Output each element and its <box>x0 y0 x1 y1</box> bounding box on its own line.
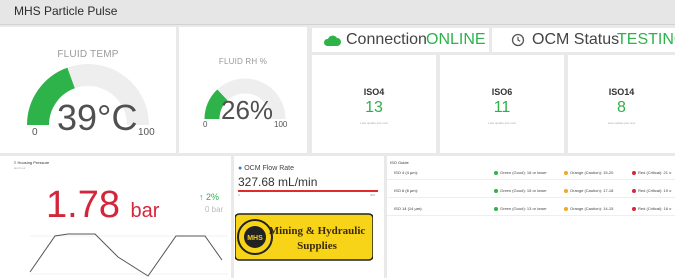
iso-guide-critical: Red (Critical): 21 o <box>632 170 671 175</box>
flow-rate-bar-fill <box>238 190 378 192</box>
iso14-name: ISO14 <box>608 87 635 97</box>
fluid-rh-min: 0 <box>203 120 208 129</box>
connection-label: Connection <box>346 31 427 48</box>
housing-pressure-number: 1.78 <box>46 184 120 226</box>
fluid-temp-value: 39°C <box>57 97 138 138</box>
iso-guide-row-label: ISO 4 (4 µm): <box>394 170 419 175</box>
history-icon <box>511 33 525 47</box>
fluid-rh-max: 100 <box>274 120 288 129</box>
iso6-sub: Last update just now <box>488 121 516 125</box>
droplet-icon: ● <box>238 165 243 172</box>
iso-guide-critical: Red (Critical): 19 o <box>632 188 671 193</box>
iso-guide-row: ISO 4 (4 µm): Green (Good): 16 or lower … <box>387 166 675 180</box>
iso-guide-critical: Red (Critical): 16 o <box>632 206 671 211</box>
iso4-name: ISO4 <box>363 87 385 97</box>
iso-guide-title: ISO Guide <box>390 160 409 165</box>
iso-guide-good: Green (Good): 13 or lower <box>494 206 547 211</box>
app-title: MHS Particle Pulse <box>14 4 118 18</box>
iso-guide-row: ISO 14 (14 µm): Green (Good): 13 or lowe… <box>387 202 675 216</box>
iso6-name: ISO6 <box>491 87 513 97</box>
ocm-status: TESTING <box>617 31 675 48</box>
arrow-up-icon: ↑ <box>199 192 204 202</box>
iso-guide-row-label: ISO 14 (14 µm): <box>394 206 423 211</box>
housing-pressure-change-bar: 0 bar <box>205 205 224 214</box>
connection-status: ONLINE <box>426 31 486 48</box>
fluid-rh-gauge <box>204 78 286 120</box>
svg-text:MHS: MHS <box>247 235 263 242</box>
iso-guide-panel: ISO Guide ISO 4 (4 µm): Green (Good): 16… <box>387 156 675 278</box>
title-bar: MHS Particle Pulse <box>0 0 675 25</box>
iso-guide-caution: Orange (Caution): 14-15 <box>564 206 613 211</box>
ocm-label: OCM Status <box>532 31 620 48</box>
svg-text:Mining & Hydraulic: Mining & Hydraulic <box>269 225 366 237</box>
fluid-rh-card: FLUID RH % 26% 0 100 <box>179 27 307 153</box>
iso-guide-good: Green (Good): 15 or lower <box>494 188 547 193</box>
iso4-sub: Last update just now <box>360 121 388 125</box>
iso14-sub: Last update just now <box>607 121 636 125</box>
iso6-card: ISO6 11 Last update just now <box>440 55 564 153</box>
cloud-icon <box>323 35 341 46</box>
housing-pressure-value: 1.78 bar <box>46 184 159 227</box>
iso4-value: 13 <box>365 99 383 116</box>
iso14-card: ISO14 8 Last update just now <box>568 55 675 153</box>
iso14-value: 8 <box>617 99 626 116</box>
flow-rate-value: 327.68 mL/min <box>238 175 318 189</box>
ocm-bar: OCM Status TESTING <box>492 28 675 52</box>
svg-text:Supplies: Supplies <box>297 240 337 252</box>
flow-rate-label: OCM Flow Rate <box>244 165 294 172</box>
fluid-rh-value: 26% <box>221 95 274 125</box>
connection-bar: Connection ONLINE <box>312 28 489 52</box>
housing-pressure-unit: bar <box>130 200 160 222</box>
dashboard: MHS Particle Pulse FLUID TEMP 39°C 0 100… <box>0 0 675 278</box>
flow-rate-max: 300 <box>370 193 376 197</box>
iso-guide-row: ISO 6 (6 µm): Green (Good): 15 or lower … <box>387 184 675 198</box>
fluid-temp-max: 100 <box>138 127 155 138</box>
fluid-temp-min: 0 <box>32 127 38 138</box>
company-logo: MHS Mining & Hydraulic Supplies <box>235 213 373 261</box>
iso-guide-row-label: ISO 6 (6 µm): <box>394 188 419 193</box>
iso-guide-good: Green (Good): 16 or lower <box>494 170 547 175</box>
flow-rate-bar <box>238 190 378 192</box>
housing-pressure-change: ↑ 2% <box>199 192 219 202</box>
fluid-temp-card: FLUID TEMP 39°C 0 100 <box>0 27 176 153</box>
iso4-card: ISO4 13 Last update just now <box>312 55 436 153</box>
iso-guide-caution: Orange (Caution): 15-20 <box>564 170 613 175</box>
flow-rate-title: ● OCM Flow Rate <box>238 165 294 172</box>
housing-pressure-change-value: 2% <box>206 192 220 202</box>
iso-guide-caution: Orange (Caution): 17-18 <box>564 188 613 193</box>
flow-rate-min: 0 <box>238 193 240 197</box>
iso6-value: 11 <box>493 99 511 116</box>
